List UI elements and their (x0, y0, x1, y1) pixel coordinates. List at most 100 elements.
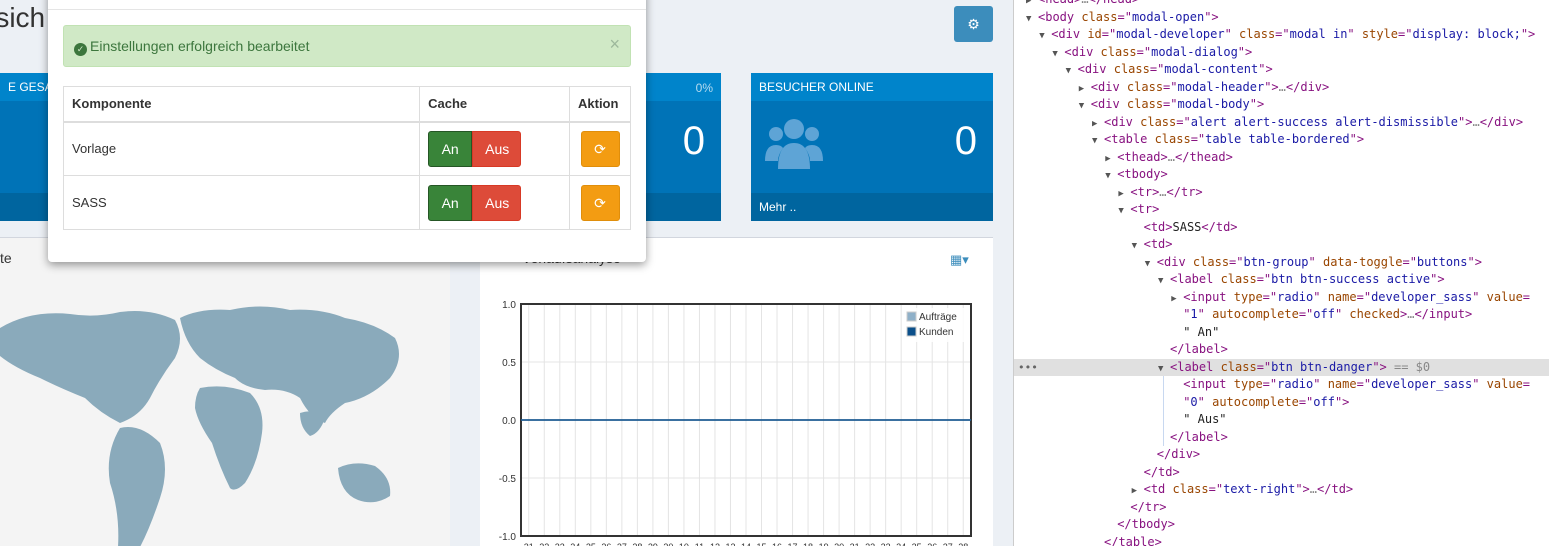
dom-node[interactable]: ▼ <tbody> (1014, 166, 1549, 184)
dom-node[interactable]: "1" autocomplete="off" checked>…</input> (1014, 306, 1549, 324)
dom-node[interactable]: ▼ <div class="modal-body"> (1014, 96, 1549, 114)
dom-node[interactable]: ▶ <tr>…</tr> (1014, 184, 1549, 202)
refresh-button[interactable]: ⟳ (580, 130, 620, 167)
dom-node[interactable]: </tbody> (1014, 516, 1549, 534)
x-tick-label: 22 (865, 542, 875, 546)
dom-node[interactable]: ▼ <label class="btn btn-success active"> (1014, 271, 1549, 289)
table-row: Vorlage An Aus ⟳ (62, 121, 631, 176)
y-tick-label: 0.0 (502, 416, 516, 427)
dom-node[interactable]: ▶ <div class="modal-header">…</div> (1014, 79, 1549, 97)
dom-node-markup: <tr> (1130, 202, 1160, 216)
dom-node-markup: <tbody> (1117, 167, 1168, 181)
dom-node[interactable]: ▼ <div class="btn-group" data-toggle="but… (1014, 254, 1549, 272)
dom-node-markup: <td class="text-right">…</td> (1143, 482, 1354, 496)
x-tick-label: 27 (617, 542, 627, 546)
dom-node-markup: <div class="modal-header">…</div> (1090, 79, 1330, 94)
dom-node-markup: <div class="modal-body"> (1090, 97, 1265, 111)
cache-toggle-group: An Aus (428, 130, 522, 167)
table-header-row: Komponente Cache Aktion (62, 86, 631, 123)
dom-node[interactable]: <td>SASS</td> (1014, 219, 1549, 237)
x-tick-label: 23 (555, 542, 565, 546)
x-tick-label: 25 (586, 542, 596, 546)
y-tick-label: -0.5 (499, 474, 517, 485)
chart-panel: Verlaufsanalyse ▦▾ 1.00.50.0-0.5-1.02122… (480, 237, 993, 546)
dom-node-markup: </table> (1104, 534, 1162, 546)
dom-node[interactable]: ▶ <input type="radio" name="developer_sas… (1014, 289, 1549, 307)
success-alert: ✓ Einstellungen erfolgreich bearbeitet × (63, 25, 631, 67)
legend-swatch (906, 311, 917, 322)
dom-node[interactable]: "0" autocomplete="off"> (1014, 394, 1549, 412)
dom-node[interactable]: ▼ <td> (1014, 236, 1549, 254)
column-header-action: Aktion (569, 86, 631, 123)
alert-text: Einstellungen erfolgreich bearbeitet (90, 38, 310, 54)
dom-node[interactable]: </tr> (1014, 499, 1549, 517)
x-tick-label: 26 (927, 542, 937, 546)
stat-box-footer[interactable] (646, 193, 721, 221)
dom-node-markup: <head>…</head> (1038, 0, 1139, 6)
dom-node-markup: </label> (1170, 342, 1228, 356)
dom-node-markup: <tr>…</tr> (1130, 184, 1203, 199)
cache-toggle-group: An Aus (428, 184, 522, 221)
component-name: Vorlage (62, 121, 421, 176)
dom-node-markup: <div class="alert alert-success alert-di… (1104, 114, 1524, 129)
dom-node[interactable]: </label> (1014, 341, 1549, 359)
dom-node[interactable]: </table> (1014, 534, 1549, 546)
dom-node[interactable]: ▼ <div class="modal-content"> (1014, 61, 1549, 79)
table-row: SASS An Aus ⟳ (62, 175, 631, 230)
dom-node[interactable]: </label> (1014, 429, 1549, 447)
gear-icon: ⚙ (967, 15, 980, 32)
dom-node[interactable]: ▼ <div id="modal-developer" class="modal … (1014, 26, 1549, 44)
dom-node[interactable]: ▼ <tr> (1014, 201, 1549, 219)
x-tick-label: 18 (803, 542, 813, 546)
stat-box-value: 0 (682, 119, 705, 163)
refresh-button[interactable]: ⟳ (580, 184, 620, 221)
dom-node[interactable]: ▶<head>…</head> (1014, 0, 1549, 9)
cache-on-button[interactable]: An (428, 130, 473, 167)
devtools-elements-panel: ▶<head>…</head>▼<body class="modal-open"… (1013, 0, 1549, 546)
x-tick-label: 26 (601, 542, 611, 546)
cache-on-button[interactable]: An (428, 184, 473, 221)
x-tick-label: 28 (958, 542, 968, 546)
stat-box-value: 0 (954, 119, 977, 163)
dom-node[interactable]: </div> (1014, 446, 1549, 464)
dom-node[interactable]: <input type="radio" name="developer_sass… (1014, 376, 1549, 394)
x-tick-label: 25 (912, 542, 922, 546)
x-tick-label: 27 (943, 542, 953, 546)
dom-node-markup: <input type="radio" name="developer_sass… (1183, 377, 1531, 391)
x-tick-label: 21 (850, 542, 860, 546)
x-tick-label: 20 (834, 542, 844, 546)
map-panel: te (0, 237, 450, 546)
dom-node[interactable]: </td> (1014, 464, 1549, 482)
settings-button[interactable]: ⚙ (954, 6, 993, 42)
dom-node-markup: </tr> (1130, 499, 1167, 514)
stat-box-header: BESUCHER ONLINE (751, 73, 993, 101)
dom-node[interactable]: ▶ <td class="text-right">…</td> (1014, 481, 1549, 499)
cache-off-button[interactable]: Aus (472, 130, 522, 167)
cache-toggle-cell: An Aus (419, 175, 570, 230)
dom-node-selected[interactable]: ••• ▼ <label class="btn btn-danger"> == $0 (1014, 358, 1549, 377)
line-chart: 1.0 0.5 0.0 -0.5 -1.0 21 22 23 24 25 26 27 28 29 30 10 1… (499, 300, 972, 546)
x-tick-label: 21 (524, 542, 534, 546)
x-tick-label: 23 (881, 542, 891, 546)
column-header-component: Komponente (62, 86, 421, 123)
dom-node[interactable]: ▼ <table class="table table-bordered"> (1014, 131, 1549, 149)
more-options-icon[interactable]: ••• (1018, 359, 1038, 377)
dom-node-markup: </div> (1156, 447, 1201, 461)
dom-node[interactable]: ▼ <body class="modal-open"> (1014, 9, 1549, 27)
dom-node[interactable]: ▼ <div class="modal-dialog"> (1014, 44, 1549, 62)
x-tick-label: 19 (819, 542, 829, 546)
tree-guide-line (1163, 376, 1164, 446)
stat-box-more-link[interactable]: Mehr .. (751, 193, 993, 221)
x-tick-label: 16 (772, 542, 782, 546)
close-icon[interactable]: × (609, 34, 620, 55)
dom-node[interactable]: ▶ <thead>…</thead> (1014, 149, 1549, 167)
modal-header (48, 0, 646, 10)
dom-node-markup: <td>SASS</td> (1143, 219, 1238, 234)
dom-node-markup: <div class="modal-content"> (1077, 62, 1273, 76)
cache-off-button[interactable]: Aus (472, 184, 522, 221)
dom-node[interactable]: " Aus" (1014, 411, 1549, 429)
x-tick-label: 15 (757, 542, 767, 546)
dom-node[interactable]: " An" (1014, 324, 1549, 342)
world-map (0, 306, 399, 546)
dom-node[interactable]: ▶ <div class="alert alert-success alert-d… (1014, 114, 1549, 132)
